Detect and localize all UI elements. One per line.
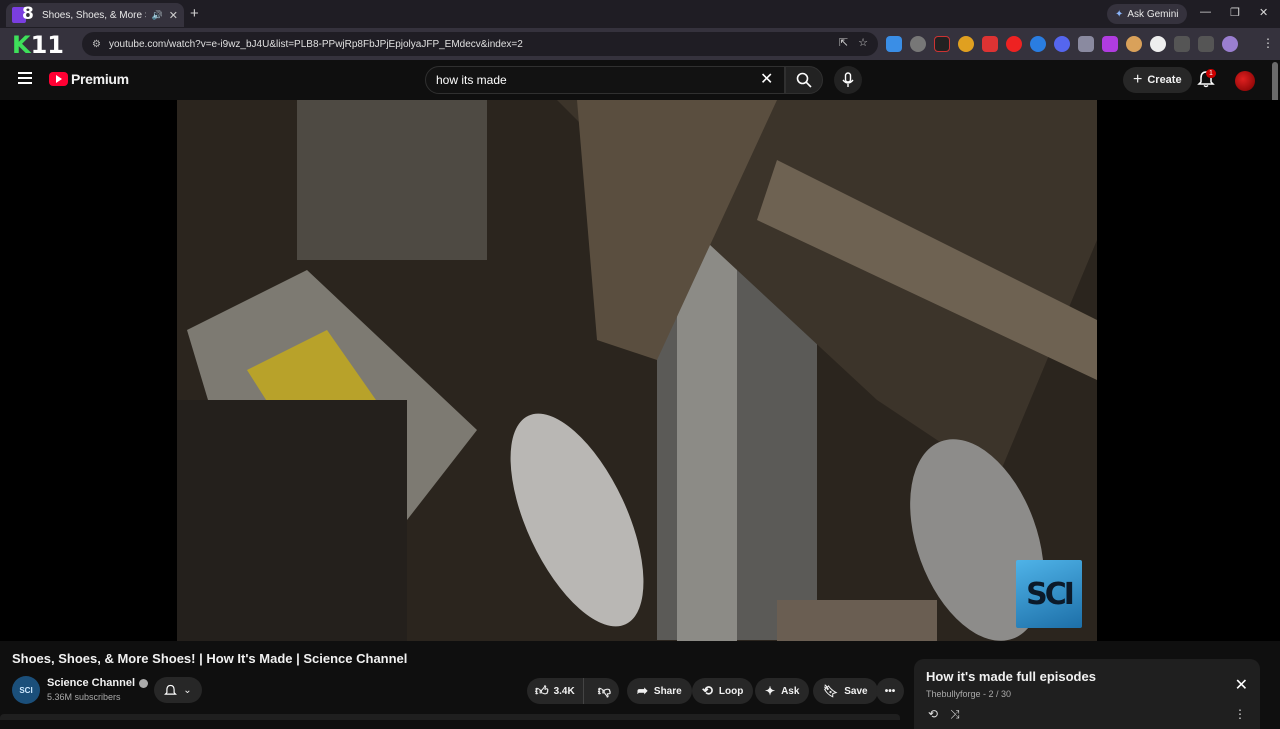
chevron-down-icon: ⌄ [183, 684, 192, 696]
search-icon [796, 72, 812, 88]
install-app-icon[interactable]: ⇱ [839, 36, 848, 49]
account-avatar[interactable] [1235, 71, 1255, 91]
share-label: Share [653, 685, 682, 697]
address-bar[interactable]: ⚙ youtube.com/watch?v=e-i9wz_bJ4U&list=P… [82, 32, 878, 56]
brand-logo-k: K [12, 31, 31, 59]
extension-icon[interactable] [1006, 36, 1022, 52]
voice-search-button[interactable] [834, 66, 862, 94]
tab-close-icon[interactable]: ✕ [169, 9, 178, 22]
sparkle-icon: ✦ [1115, 8, 1124, 20]
microphone-icon [842, 72, 854, 87]
playlist-more-icon[interactable]: ⋮ [1234, 707, 1246, 721]
playlist-subtitle: Thebullyforge - 2 / 30 [926, 689, 1012, 699]
dislike-button[interactable]: 👎︎ [590, 683, 619, 699]
sparkle-icon: ✦ [765, 684, 776, 698]
save-label: Save [844, 685, 868, 697]
thumbs-up-icon: 👍︎ [535, 683, 549, 698]
channel-name-text: Science Channel [47, 677, 136, 689]
bookmark-icon: 🔖︎ [823, 684, 839, 698]
logo-text: Premium [71, 71, 129, 87]
extension-icon[interactable] [934, 36, 950, 52]
reading-list-icon[interactable] [1198, 36, 1214, 52]
thumbs-down-icon: 👎︎ [597, 683, 611, 698]
save-button[interactable]: 🔖︎ Save [813, 678, 878, 704]
clear-search-icon[interactable]: ✕ [760, 69, 773, 89]
loop-button[interactable]: ⟲ Loop [692, 678, 754, 704]
loop-label: Loop [718, 685, 744, 697]
create-button[interactable]: + Create [1123, 67, 1192, 93]
hamburger-menu-icon[interactable] [18, 72, 32, 84]
loop-icon: ⟲ [702, 683, 713, 698]
speaker-icon[interactable]: 🔊 [152, 10, 163, 21]
window-close-icon[interactable]: ✕ [1259, 6, 1268, 19]
ask-gemini-label: Ask Gemini [1127, 8, 1179, 20]
video-frame-image [177, 100, 1097, 641]
video-player[interactable] [177, 100, 1097, 641]
playlist-panel: How it's made full episodes Thebullyforg… [914, 659, 1260, 729]
browser-toolbar: K11 ⚙ youtube.com/watch?v=e-i9wz_bJ4U&li… [0, 28, 1280, 60]
search-input[interactable]: how its made [425, 66, 785, 94]
ask-button[interactable]: ✦ Ask [755, 678, 810, 704]
channel-avatar[interactable]: SCI [12, 676, 40, 704]
extension-icon[interactable] [958, 36, 974, 52]
ask-label: Ask [781, 685, 800, 697]
extension-icon[interactable] [1150, 36, 1166, 52]
tab-favicon-badge: 8 [22, 4, 34, 24]
share-button[interactable]: ➦ Share [627, 678, 692, 704]
search-button[interactable] [785, 66, 823, 94]
extension-icon[interactable] [886, 36, 902, 52]
bookmark-star-icon[interactable]: ☆ [858, 36, 868, 49]
browser-tab-active[interactable]: 8 Shoes, Shoes, & More S 🔊 ✕ [6, 3, 184, 27]
youtube-play-icon [49, 72, 68, 86]
description-box-edge [0, 714, 900, 720]
verified-icon [139, 678, 149, 688]
video-title: Shoes, Shoes, & More Shoes! | How It's M… [12, 651, 408, 666]
bell-icon [164, 684, 178, 695]
youtube-header: Premium how its made ✕ + Create [0, 60, 1280, 100]
like-count: 3.4K [553, 685, 575, 697]
extension-icon[interactable] [1030, 36, 1046, 52]
browser-tabbar: 8 Shoes, Shoes, & More S 🔊 ✕ + ✦ Ask Gem… [0, 0, 1280, 28]
share-icon: ➦ [637, 683, 648, 698]
notification-badge: 1 [1206, 69, 1216, 78]
tab-favicon: 8 [12, 4, 38, 25]
plus-icon: + [1133, 71, 1143, 88]
url-text: youtube.com/watch?v=e-i9wz_bJ4U&list=PLB… [108, 38, 523, 50]
notification-settings-button[interactable]: ⌄ [154, 677, 202, 703]
extension-icon[interactable] [1054, 36, 1070, 52]
subscriber-count: 5.36M subscribers [47, 692, 121, 702]
new-tab-button[interactable]: + [190, 5, 199, 22]
more-horizontal-icon: ••• [884, 685, 896, 697]
profile-avatar[interactable] [1222, 36, 1238, 52]
more-actions-button[interactable]: ••• [876, 678, 904, 704]
brand-logo: K11 [12, 31, 64, 59]
science-channel-watermark: SCI [1016, 560, 1082, 628]
search-input-value: how its made [436, 73, 507, 87]
ask-gemini-button[interactable]: ✦ Ask Gemini [1107, 4, 1187, 24]
url-actions: ⇱ ☆ [839, 36, 868, 49]
like-button[interactable]: 👍︎ 3.4K [527, 678, 584, 704]
extension-icon[interactable] [1126, 36, 1142, 52]
create-label: Create [1147, 74, 1182, 86]
restore-icon[interactable]: ❐ [1230, 6, 1240, 19]
brand-logo-number: 11 [30, 31, 65, 59]
extension-icon[interactable] [1102, 36, 1118, 52]
extensions-row [886, 36, 1238, 52]
browser-menu-icon[interactable]: ⋮ [1262, 36, 1274, 50]
channel-name[interactable]: Science Channel [47, 677, 149, 689]
puzzle-icon[interactable] [1174, 36, 1190, 52]
extension-icon[interactable] [910, 36, 926, 52]
close-playlist-icon[interactable]: ✕ [1235, 675, 1248, 695]
site-settings-icon[interactable]: ⚙ [92, 39, 101, 50]
like-dislike-group: 👍︎ 3.4K 👎︎ [527, 678, 619, 704]
playlist-title[interactable]: How it's made full episodes [926, 669, 1248, 684]
youtube-logo[interactable]: Premium [49, 71, 129, 87]
extension-icon[interactable] [982, 36, 998, 52]
extension-icon[interactable] [1078, 36, 1094, 52]
tab-title: Shoes, Shoes, & More S [42, 9, 146, 21]
minimize-icon[interactable]: — [1200, 6, 1211, 18]
